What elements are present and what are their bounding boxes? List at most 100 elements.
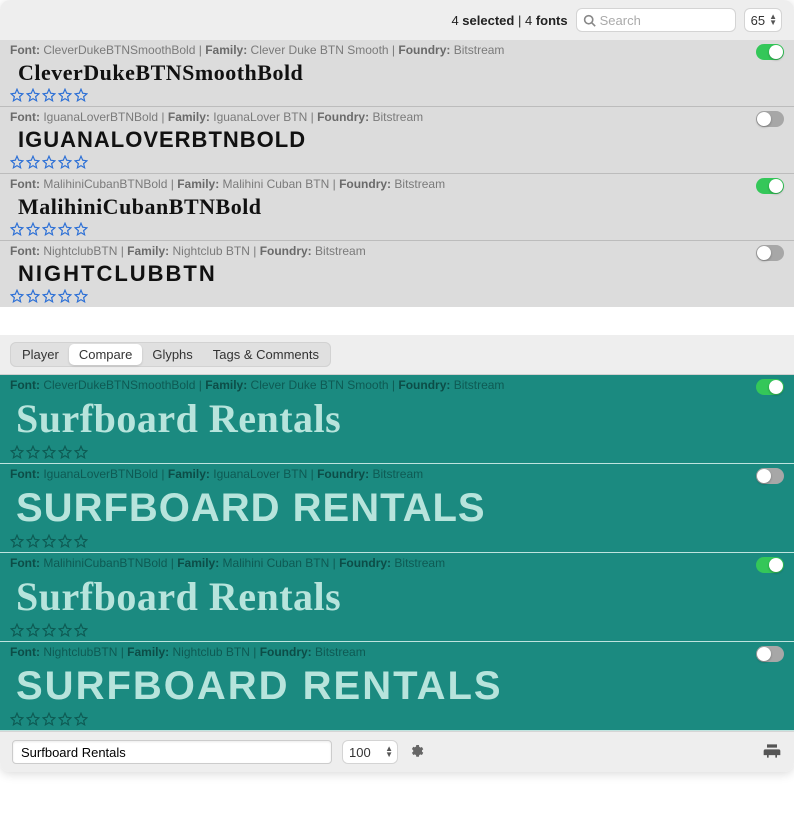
stepper-arrows-icon[interactable]: ▲▼ xyxy=(769,14,777,26)
star-icon[interactable] xyxy=(74,712,88,726)
toggle-knob xyxy=(769,179,783,193)
star-icon[interactable] xyxy=(26,712,40,726)
star-icon[interactable] xyxy=(42,534,56,548)
star-icon[interactable] xyxy=(10,445,24,459)
compare-row[interactable]: Font: NightclubBTN | Family: Nightclub B… xyxy=(0,642,794,731)
sample-text-input[interactable] xyxy=(12,740,332,764)
star-icon[interactable] xyxy=(26,289,40,303)
font-meta: Font: IguanaLoverBTNBold | Family: Iguan… xyxy=(10,110,784,124)
star-icon[interactable] xyxy=(58,88,72,102)
star-icon[interactable] xyxy=(42,445,56,459)
star-icon[interactable] xyxy=(58,445,72,459)
enable-toggle-c3[interactable] xyxy=(756,646,784,662)
fonts-label: fonts xyxy=(536,13,568,28)
compare-size-stepper[interactable]: 100 ▲▼ xyxy=(342,740,398,764)
star-icon[interactable] xyxy=(42,623,56,637)
star-icon[interactable] xyxy=(26,155,40,169)
star-icon[interactable] xyxy=(74,445,88,459)
star-icon[interactable] xyxy=(26,445,40,459)
star-icon[interactable] xyxy=(26,222,40,236)
meta-family-name: IguanaLover BTN xyxy=(213,110,307,124)
star-icon[interactable] xyxy=(42,289,56,303)
search-field[interactable] xyxy=(576,8,736,32)
meta-family-name: Malihini Cuban BTN xyxy=(223,177,330,191)
font-row[interactable]: Font: IguanaLoverBTNBold | Family: Iguan… xyxy=(0,106,794,173)
compare-row[interactable]: Font: MalihiniCubanBTNBold | Family: Mal… xyxy=(0,553,794,642)
rating-stars[interactable] xyxy=(10,711,784,726)
enable-toggle-3[interactable] xyxy=(756,245,784,261)
star-icon[interactable] xyxy=(26,623,40,637)
meta-label-family: Family: xyxy=(127,645,169,659)
star-icon[interactable] xyxy=(74,155,88,169)
star-icon[interactable] xyxy=(74,88,88,102)
star-icon[interactable] xyxy=(58,155,72,169)
star-icon[interactable] xyxy=(74,289,88,303)
star-icon[interactable] xyxy=(10,88,24,102)
font-row[interactable]: Font: CleverDukeBTNSmoothBold | Family: … xyxy=(0,40,794,106)
tab-player[interactable]: Player xyxy=(12,344,69,365)
stepper-arrows-icon[interactable]: ▲▼ xyxy=(385,746,393,758)
rating-stars[interactable] xyxy=(10,444,784,459)
compare-row[interactable]: Font: CleverDukeBTNSmoothBold | Family: … xyxy=(0,375,794,464)
rating-stars[interactable] xyxy=(10,533,784,548)
star-icon[interactable] xyxy=(10,222,24,236)
compare-row[interactable]: Font: IguanaLoverBTNBold | Family: Iguan… xyxy=(0,464,794,553)
font-row[interactable]: Font: NightclubBTN | Family: Nightclub B… xyxy=(0,240,794,307)
meta-font-name: IguanaLoverBTNBold xyxy=(43,467,158,481)
size-stepper[interactable]: 65 ▲▼ xyxy=(744,8,782,32)
star-icon[interactable] xyxy=(58,712,72,726)
toggle-knob xyxy=(769,558,783,572)
meta-family-name: Nightclub BTN xyxy=(173,645,250,659)
enable-toggle-c1[interactable] xyxy=(756,468,784,484)
star-icon[interactable] xyxy=(10,155,24,169)
star-icon[interactable] xyxy=(42,712,56,726)
star-icon[interactable] xyxy=(74,222,88,236)
tab-compare[interactable]: Compare xyxy=(69,344,142,365)
star-icon[interactable] xyxy=(42,88,56,102)
enable-toggle-2[interactable] xyxy=(756,178,784,194)
gear-icon[interactable] xyxy=(408,743,424,762)
tab-glyphs[interactable]: Glyphs xyxy=(142,344,202,365)
rating-stars[interactable] xyxy=(10,87,784,102)
meta-label-foundry: Foundry: xyxy=(317,110,369,124)
star-icon[interactable] xyxy=(58,623,72,637)
star-icon[interactable] xyxy=(74,534,88,548)
star-icon[interactable] xyxy=(74,623,88,637)
font-meta: Font: NightclubBTN | Family: Nightclub B… xyxy=(10,645,784,659)
star-icon[interactable] xyxy=(58,534,72,548)
star-icon[interactable] xyxy=(26,534,40,548)
list-spacer xyxy=(0,307,794,335)
font-meta: Font: MalihiniCubanBTNBold | Family: Mal… xyxy=(10,177,784,191)
toggle-knob xyxy=(757,246,771,260)
star-icon[interactable] xyxy=(10,289,24,303)
star-icon[interactable] xyxy=(42,155,56,169)
meta-font-name: NightclubBTN xyxy=(43,244,117,258)
rating-stars[interactable] xyxy=(10,221,784,236)
star-icon[interactable] xyxy=(58,222,72,236)
star-icon[interactable] xyxy=(10,534,24,548)
enable-toggle-c0[interactable] xyxy=(756,379,784,395)
compare-preview: Surfboard Rentals xyxy=(10,570,784,622)
enable-toggle-0[interactable] xyxy=(756,44,784,60)
rating-stars[interactable] xyxy=(10,288,784,303)
tab-tags-comments[interactable]: Tags & Comments xyxy=(203,344,329,365)
star-icon[interactable] xyxy=(42,222,56,236)
enable-toggle-c2[interactable] xyxy=(756,557,784,573)
printer-icon[interactable] xyxy=(762,741,782,764)
meta-label-font: Font: xyxy=(10,556,40,570)
star-icon[interactable] xyxy=(10,623,24,637)
meta-foundry-name: Bitstream xyxy=(315,645,366,659)
font-meta: Font: CleverDukeBTNSmoothBold | Family: … xyxy=(10,43,784,57)
meta-label-foundry: Foundry: xyxy=(260,645,312,659)
font-row[interactable]: Font: MalihiniCubanBTNBold | Family: Mal… xyxy=(0,173,794,240)
font-preview: NightclubBTN xyxy=(10,258,784,288)
star-icon[interactable] xyxy=(58,289,72,303)
compare-preview: Surfboard Rentals xyxy=(10,392,784,444)
star-icon[interactable] xyxy=(26,88,40,102)
enable-toggle-1[interactable] xyxy=(756,111,784,127)
search-input[interactable] xyxy=(596,13,729,28)
rating-stars[interactable] xyxy=(10,154,784,169)
star-icon[interactable] xyxy=(10,712,24,726)
rating-stars[interactable] xyxy=(10,622,784,637)
meta-family-name: Clever Duke BTN Smooth xyxy=(251,378,389,392)
